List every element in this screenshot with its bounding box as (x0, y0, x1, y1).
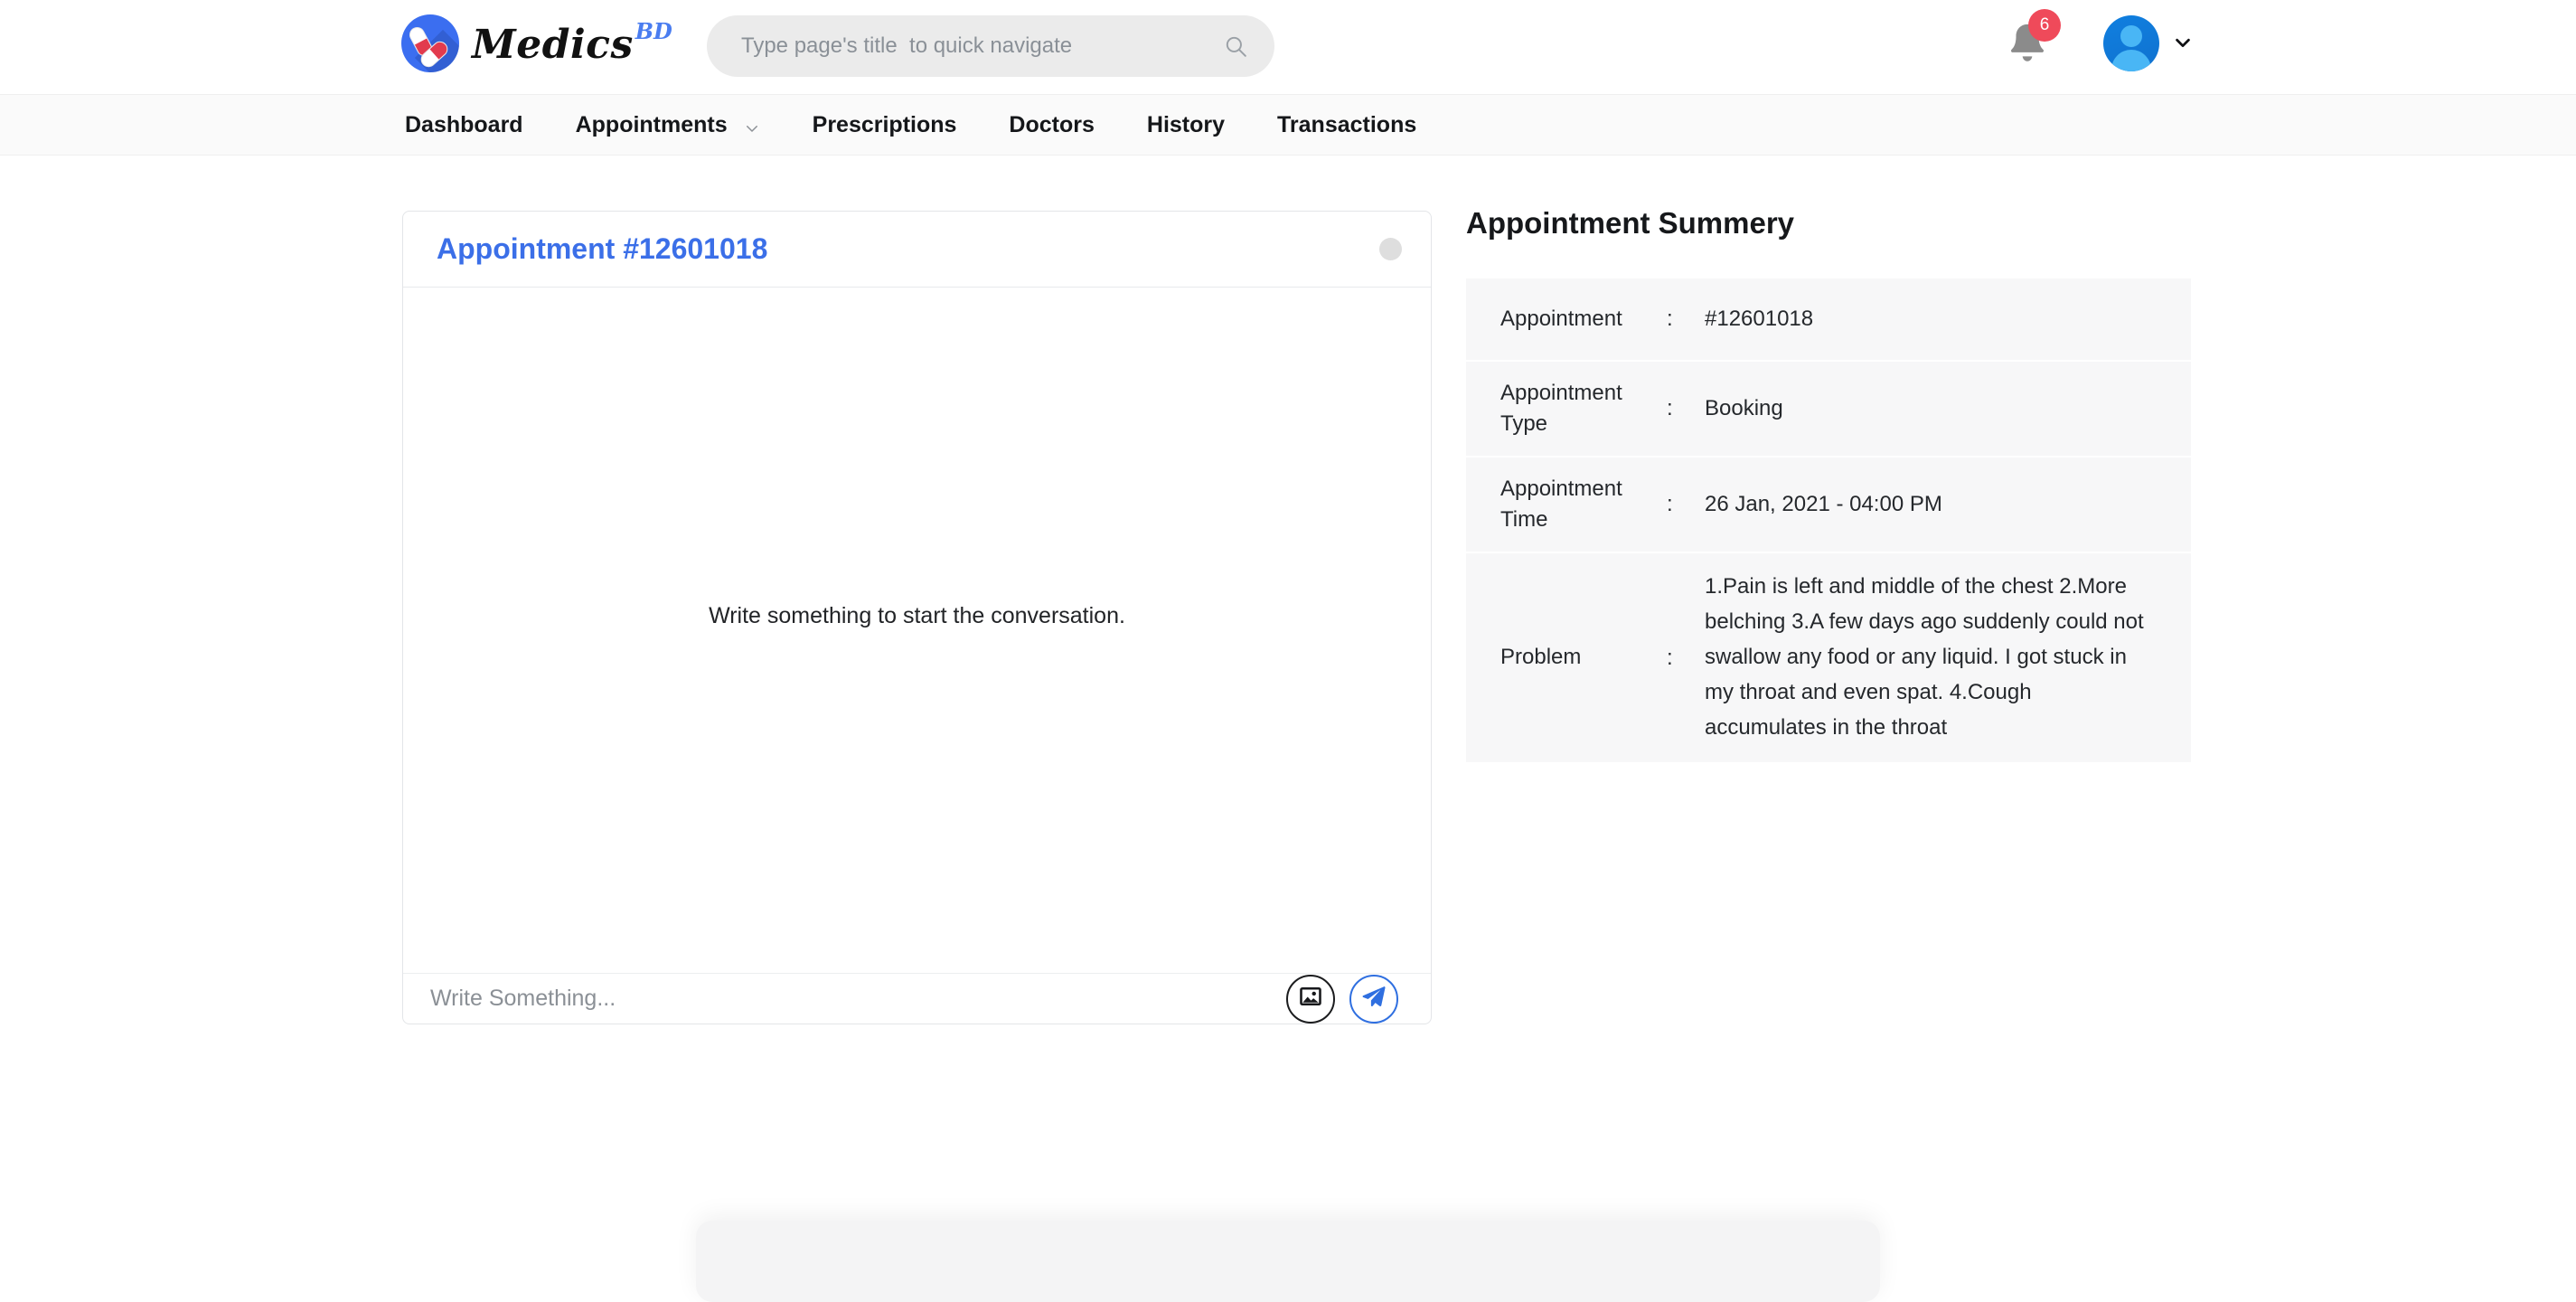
nav-label: Doctors (1009, 112, 1094, 138)
appointment-chat-card: Appointment #12601018 Write something to… (402, 211, 1432, 1024)
page-title: Appointment #12601018 (437, 232, 767, 266)
nav-label: Appointments (576, 112, 728, 138)
chevron-down-icon (744, 117, 760, 133)
summary-label: Appointment Time (1466, 474, 1667, 535)
summary-value: Booking (1705, 392, 2191, 427)
send-paper-plane-icon (1360, 983, 1387, 1014)
summary-separator: : (1667, 307, 1705, 332)
nav-item-appointments[interactable]: Appointments (576, 112, 760, 138)
nav-label: Transactions (1277, 112, 1416, 138)
message-input[interactable] (428, 985, 1286, 1013)
summary-value: 26 Jan, 2021 - 04:00 PM (1705, 487, 2191, 523)
brand-suffix: BD (635, 18, 672, 44)
brand-logo[interactable]: Medics BD (401, 9, 672, 72)
search-input[interactable] (739, 33, 1191, 60)
nav-item-history[interactable]: History (1147, 112, 1225, 138)
send-message-button[interactable] (1349, 975, 1398, 1024)
summary-separator: : (1667, 646, 1705, 671)
summary-value: 1.Pain is left and middle of the chest 2… (1705, 570, 2191, 745)
summary-row-appointment-type: Appointment Type : Booking (1466, 362, 2191, 458)
notifications-button[interactable]: 6 (2003, 20, 2052, 72)
summary-label: Appointment Type (1466, 378, 1667, 439)
search-icon[interactable] (1224, 34, 1247, 58)
nav-item-dashboard[interactable]: Dashboard (405, 112, 523, 138)
attach-image-button[interactable] (1286, 975, 1335, 1024)
app-header: Medics BD 6 (0, 0, 2576, 94)
user-avatar-icon[interactable] (2103, 15, 2159, 71)
account-chevron-down-icon[interactable] (2173, 33, 2193, 52)
main-navigation: Dashboard Appointments Prescriptions Doc… (0, 94, 2576, 156)
brand-name: Medics (472, 22, 634, 68)
page-footer-panel (696, 1221, 1880, 1302)
nav-label: Dashboard (405, 112, 523, 138)
chat-composer (403, 973, 1431, 1024)
notification-count-badge: 6 (2028, 9, 2061, 42)
nav-item-transactions[interactable]: Transactions (1277, 112, 1416, 138)
nav-label: History (1147, 112, 1225, 138)
chat-message-list: Write something to start the conversatio… (403, 288, 1431, 973)
global-search[interactable] (707, 15, 1274, 77)
summary-row-appointment: Appointment : #12601018 (1466, 278, 2191, 362)
pills-logo-icon (401, 14, 459, 72)
summary-title: Appointment Summery (1466, 206, 2191, 241)
summary-separator: : (1667, 396, 1705, 421)
nav-item-doctors[interactable]: Doctors (1009, 112, 1094, 138)
appointment-summary-panel: Appointment Summery Appointment : #12601… (1466, 206, 2191, 764)
summary-separator: : (1667, 492, 1705, 517)
summary-label: Problem (1466, 642, 1667, 673)
nav-label: Prescriptions (813, 112, 957, 138)
summary-row-appointment-time: Appointment Time : 26 Jan, 2021 - 04:00 … (1466, 458, 2191, 553)
summary-label: Appointment (1466, 304, 1667, 335)
summary-row-problem: Problem : 1.Pain is left and middle of t… (1466, 553, 2191, 763)
image-icon (1298, 984, 1323, 1014)
summary-value: #12601018 (1705, 302, 2191, 337)
chat-card-header: Appointment #12601018 (403, 212, 1431, 288)
nav-item-prescriptions[interactable]: Prescriptions (813, 112, 957, 138)
chat-empty-message: Write something to start the conversatio… (709, 603, 1125, 629)
status-badge (1379, 238, 1402, 260)
